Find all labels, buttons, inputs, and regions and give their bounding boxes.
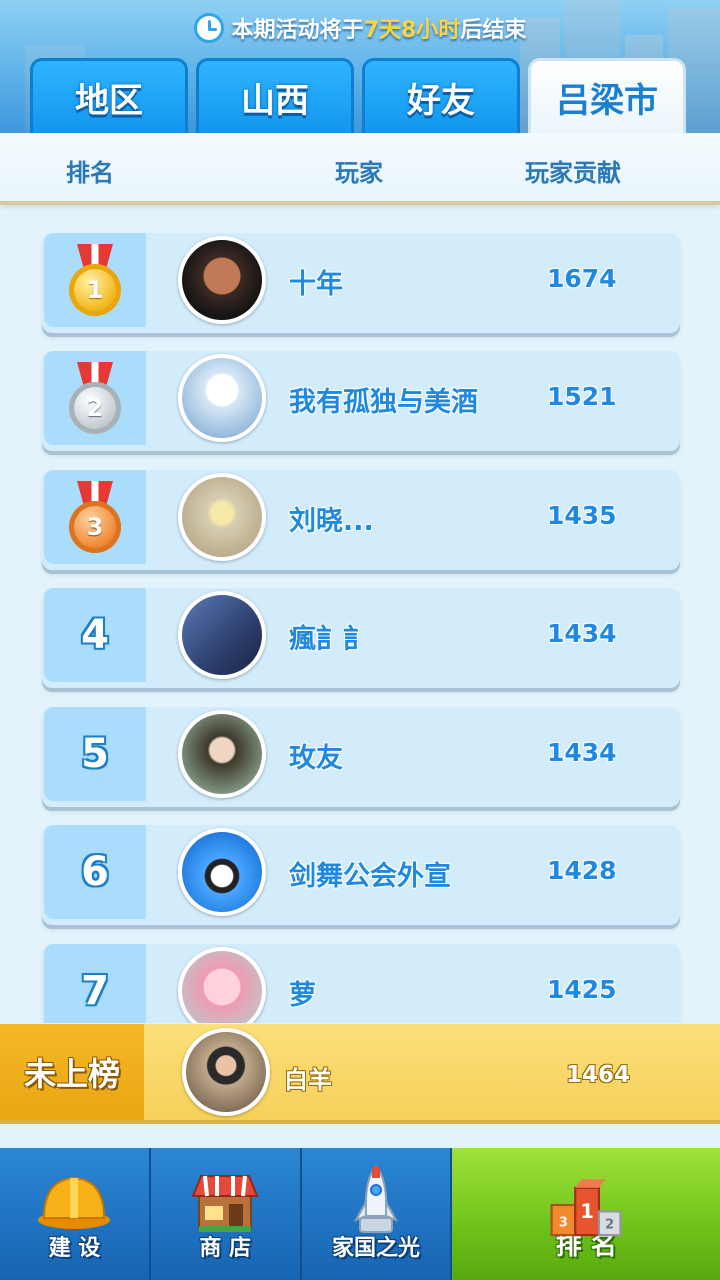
player-name: 玫友 <box>289 743 343 774</box>
rocket-icon <box>353 1164 399 1233</box>
nav-ranking[interactable]: 1 3 2 排 名 <box>452 1148 720 1280</box>
leaderboard-row[interactable]: 7 萝 1425 <box>42 944 680 1023</box>
rank-number: 6 <box>81 849 109 895</box>
column-rank: 排名 <box>66 159 114 187</box>
gold-medal-icon: 1 <box>67 244 123 316</box>
event-timer: 本期活动将于7天8小时后结束 <box>0 10 720 46</box>
podium-icon: 1 3 2 <box>550 1179 622 1237</box>
leaderboard-row[interactable]: 5 玫友 1434 <box>42 707 680 807</box>
svg-text:2: 2 <box>605 1218 614 1233</box>
my-rank-status: 未上榜 <box>0 1024 144 1120</box>
silver-medal-icon: 2 <box>67 362 123 434</box>
player-name: 瘋訁訁 <box>289 624 370 655</box>
my-score: 1464 <box>566 1062 631 1088</box>
rank-cell: 3 <box>44 470 146 564</box>
nav-shop[interactable]: 商 店 <box>151 1148 302 1280</box>
player-score: 1434 <box>547 619 617 648</box>
column-contribution: 玩家贡献 <box>525 159 621 187</box>
avatar[interactable] <box>178 591 266 679</box>
tab-friends[interactable]: 好友 <box>362 58 520 134</box>
leaderboard-row[interactable]: 1 十年 1674 <box>42 233 680 333</box>
player-score: 1521 <box>547 382 617 411</box>
tab-region[interactable]: 地区 <box>30 58 188 134</box>
region-tabs: 地区 山西 好友 吕梁市 <box>30 58 686 134</box>
my-rank-bar: 未上榜 白羊 1464 <box>0 1024 720 1124</box>
avatar[interactable] <box>178 354 266 442</box>
player-score: 1425 <box>547 975 617 1004</box>
leaderboard-row[interactable]: 2 我有孤独与美酒 1521 <box>42 351 680 451</box>
rank-cell: 2 <box>44 351 146 445</box>
player-score: 1435 <box>547 501 617 530</box>
leaderboard-row[interactable]: 4 瘋訁訁 1434 <box>42 588 680 688</box>
player-name: 剑舞公会外宣 <box>289 861 451 892</box>
rank-cell: 5 <box>44 707 146 801</box>
rank-cell: 6 <box>44 825 146 919</box>
rank-cell: 4 <box>44 588 146 682</box>
timer-text: 本期活动将于7天8小时后结束 <box>231 18 527 43</box>
player-name: 我有孤独与美酒 <box>289 387 478 418</box>
leaderboard-list[interactable]: 1 十年 1674 2 我有孤独与美酒 1521 3 刘晓... 1435 4 … <box>0 233 720 1023</box>
player-score: 1428 <box>547 856 617 885</box>
svg-text:3: 3 <box>559 1216 568 1231</box>
bronze-medal-icon: 3 <box>67 481 123 553</box>
rank-number: 7 <box>81 968 109 1014</box>
player-score: 1434 <box>547 738 617 767</box>
avatar[interactable] <box>178 236 266 324</box>
player-score: 1674 <box>547 264 617 293</box>
rank-cell: 1 <box>44 233 146 327</box>
rank-number: 5 <box>81 731 109 777</box>
my-name: 白羊 <box>284 1066 332 1094</box>
column-player: 玩家 <box>335 159 383 187</box>
bottom-nav: 建 设 商 店 家国之光 1 3 2 排 名 <box>0 1148 720 1280</box>
avatar[interactable] <box>178 828 266 916</box>
tab-shanxi[interactable]: 山西 <box>196 58 354 134</box>
leaderboard-row[interactable]: 6 剑舞公会外宣 1428 <box>42 825 680 925</box>
nav-national-light[interactable]: 家国之光 <box>302 1148 453 1280</box>
hardhat-icon <box>38 1176 111 1229</box>
column-header: 排名 玩家 玩家贡献 <box>0 133 720 205</box>
rank-number: 4 <box>81 612 109 658</box>
tab-lvliang[interactable]: 吕梁市 <box>528 58 686 134</box>
timer-remaining: 7天8小时 <box>363 18 461 43</box>
avatar[interactable] <box>178 710 266 798</box>
player-name: 刘晓... <box>289 506 374 537</box>
leaderboard-row[interactable]: 3 刘晓... 1435 <box>42 470 680 570</box>
my-avatar[interactable] <box>182 1028 270 1116</box>
player-name: 十年 <box>289 269 343 300</box>
nav-build[interactable]: 建 设 <box>0 1148 151 1280</box>
shop-icon <box>191 1175 259 1232</box>
rank-cell: 7 <box>44 944 146 1023</box>
clock-icon <box>193 13 224 43</box>
avatar[interactable] <box>178 947 266 1023</box>
svg-text:1: 1 <box>581 1200 594 1223</box>
avatar[interactable] <box>178 473 266 561</box>
player-name: 萝 <box>289 980 316 1011</box>
